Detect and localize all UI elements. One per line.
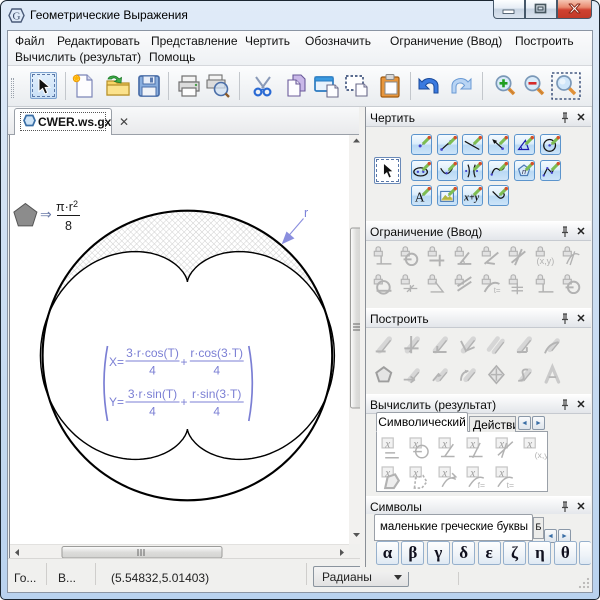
svg-text:π·r2: π·r2 xyxy=(56,199,78,214)
svg-text:x+y: x+y xyxy=(463,192,480,203)
svg-text:⇒: ⇒ xyxy=(40,206,52,222)
svg-text:x: x xyxy=(469,438,475,450)
svg-text:x: x xyxy=(441,438,447,450)
svg-text:r·cos(3·T): r·cos(3·T) xyxy=(190,346,243,360)
svg-text:x: x xyxy=(498,467,504,479)
svg-text:+: + xyxy=(181,395,188,409)
svg-text:4: 4 xyxy=(149,364,156,378)
svg-text:r·sin(3·T): r·sin(3·T) xyxy=(192,387,241,401)
svg-text:t=: t= xyxy=(506,480,513,490)
svg-text:4: 4 xyxy=(213,364,220,378)
svg-text:X=: X= xyxy=(109,355,124,369)
svg-text:+: + xyxy=(181,355,188,369)
svg-text:x: x xyxy=(498,438,504,450)
svg-text:t=: t= xyxy=(494,286,501,295)
svg-text:x: x xyxy=(384,438,390,450)
svg-text:x: x xyxy=(526,438,532,450)
svg-text:r: r xyxy=(304,206,308,220)
svg-text:3·r·cos(T): 3·r·cos(T) xyxy=(126,346,179,360)
svg-text:G: G xyxy=(13,11,21,23)
svg-text:x: x xyxy=(441,467,447,479)
svg-text:Y=: Y= xyxy=(109,395,124,409)
svg-text:x: x xyxy=(469,467,475,479)
svg-text:f=: f= xyxy=(478,480,485,490)
svg-text:4: 4 xyxy=(213,405,220,419)
svg-text:3·r·sin(T): 3·r·sin(T) xyxy=(128,387,177,401)
svg-text:8: 8 xyxy=(65,219,72,233)
svg-text:(x,y): (x,y) xyxy=(535,450,547,460)
svg-text:(x,y): (x,y) xyxy=(537,256,555,266)
svg-text:A: A xyxy=(415,189,425,204)
svg-text:4: 4 xyxy=(149,405,156,419)
